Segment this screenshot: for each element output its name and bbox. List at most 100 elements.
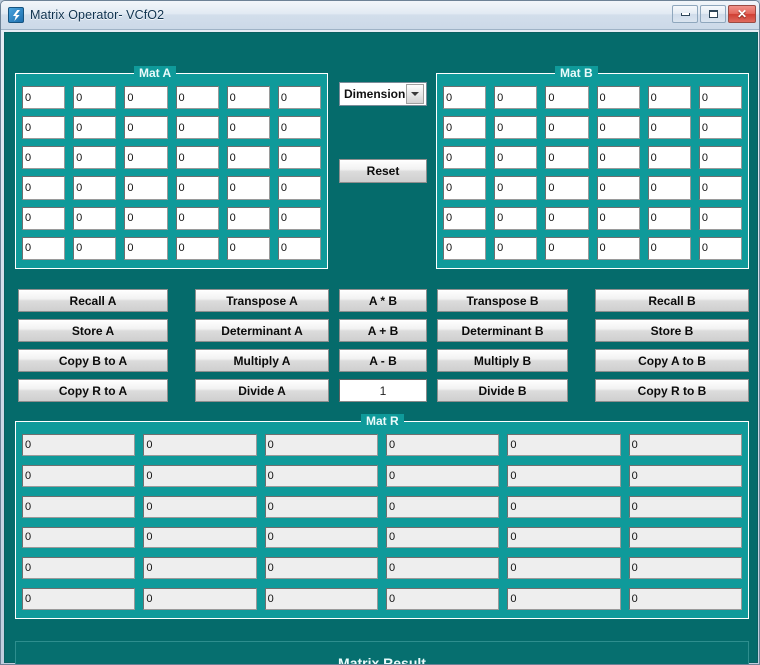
matrix-b-cell-2-4[interactable]: 0 xyxy=(647,146,691,170)
button-copy-a-to-b[interactable]: Copy A to B xyxy=(595,349,749,372)
reset-button[interactable]: Reset xyxy=(339,159,427,183)
matrix-a-cell-3-2[interactable]: 0 xyxy=(124,176,168,200)
matrix-a-cell-0-2[interactable]: 0 xyxy=(124,86,168,110)
matrix-b-cell-5-3[interactable]: 0 xyxy=(596,236,640,260)
minimize-button[interactable] xyxy=(672,5,698,23)
matrix-b-cell-5-0[interactable]: 0 xyxy=(443,236,487,260)
matrix-a-cell-5-5[interactable]: 0 xyxy=(277,236,321,260)
matrix-b-cell-1-3[interactable]: 0 xyxy=(596,116,640,140)
matrix-a-cell-5-4[interactable]: 0 xyxy=(226,236,270,260)
matrix-b-cell-3-5[interactable]: 0 xyxy=(698,176,742,200)
matrix-a-cell-5-1[interactable]: 0 xyxy=(73,236,117,260)
matrix-a-cell-4-5[interactable]: 0 xyxy=(277,206,321,230)
matrix-a-cell-5-3[interactable]: 0 xyxy=(175,236,219,260)
matrix-b-cell-1-4[interactable]: 0 xyxy=(647,116,691,140)
matrix-b-cell-3-0[interactable]: 0 xyxy=(443,176,487,200)
button-transpose-b[interactable]: Transpose B xyxy=(437,289,568,312)
matrix-b-cell-1-2[interactable]: 0 xyxy=(545,116,589,140)
matrix-b-cell-4-5[interactable]: 0 xyxy=(698,206,742,230)
button-store-a[interactable]: Store A xyxy=(18,319,168,342)
matrix-a-cell-1-5[interactable]: 0 xyxy=(277,116,321,140)
matrix-b-cell-2-5[interactable]: 0 xyxy=(698,146,742,170)
matrix-a-cell-2-5[interactable]: 0 xyxy=(277,146,321,170)
matrix-b-cell-5-2[interactable]: 0 xyxy=(545,236,589,260)
maximize-button[interactable] xyxy=(700,5,726,23)
matrix-a-cell-5-0[interactable]: 0 xyxy=(22,236,66,260)
button-copy-r-to-a[interactable]: Copy R to A xyxy=(18,379,168,402)
matrix-b-cell-5-5[interactable]: 0 xyxy=(698,236,742,260)
matrix-r-cell-0-2: 0 xyxy=(264,434,378,456)
matrix-a-cell-1-2[interactable]: 0 xyxy=(124,116,168,140)
button-recall-b[interactable]: Recall B xyxy=(595,289,749,312)
button-a-b[interactable]: A + B xyxy=(339,319,427,342)
matrix-b-cell-0-5[interactable]: 0 xyxy=(698,86,742,110)
matrix-b-cell-4-1[interactable]: 0 xyxy=(494,206,538,230)
matrix-b-cell-1-5[interactable]: 0 xyxy=(698,116,742,140)
matrix-b-cell-2-0[interactable]: 0 xyxy=(443,146,487,170)
matrix-b-cell-2-3[interactable]: 0 xyxy=(596,146,640,170)
button-a-b[interactable]: A - B xyxy=(339,349,427,372)
matrix-a-cell-3-3[interactable]: 0 xyxy=(175,176,219,200)
matrix-a-cell-3-4[interactable]: 0 xyxy=(226,176,270,200)
matrix-b-cell-4-2[interactable]: 0 xyxy=(545,206,589,230)
button-divide-b[interactable]: Divide B xyxy=(437,379,568,402)
matrix-b-cell-3-1[interactable]: 0 xyxy=(494,176,538,200)
button-multiply-b[interactable]: Multiply B xyxy=(437,349,568,372)
button-determinant-a[interactable]: Determinant A xyxy=(195,319,329,342)
dimension-combobox[interactable]: Dimension xyxy=(339,82,427,106)
matrix-b-cell-0-2[interactable]: 0 xyxy=(545,86,589,110)
matrix-a-cell-2-3[interactable]: 0 xyxy=(175,146,219,170)
matrix-a-cell-3-1[interactable]: 0 xyxy=(73,176,117,200)
matrix-a-cell-0-3[interactable]: 0 xyxy=(175,86,219,110)
button-copy-r-to-b[interactable]: Copy R to B xyxy=(595,379,749,402)
matrix-a-cell-2-0[interactable]: 0 xyxy=(22,146,66,170)
button-a-b[interactable]: A * B xyxy=(339,289,427,312)
matrix-a-cell-4-1[interactable]: 0 xyxy=(73,206,117,230)
close-button[interactable]: ✕ xyxy=(728,5,756,23)
matrix-a-cell-1-0[interactable]: 0 xyxy=(22,116,66,140)
scalar-value-input[interactable]: 1 xyxy=(339,379,427,402)
matrix-b-cell-3-4[interactable]: 0 xyxy=(647,176,691,200)
button-determinant-b[interactable]: Determinant B xyxy=(437,319,568,342)
title-bar: Matrix Operator- VCfO2 ✕ xyxy=(1,1,759,30)
matrix-b-cell-4-3[interactable]: 0 xyxy=(596,206,640,230)
matrix-a-cell-4-0[interactable]: 0 xyxy=(22,206,66,230)
matrix-b-cell-0-1[interactable]: 0 xyxy=(494,86,538,110)
matrix-b-cell-2-2[interactable]: 0 xyxy=(545,146,589,170)
matrix-a-cell-4-2[interactable]: 0 xyxy=(124,206,168,230)
matrix-a-cell-2-1[interactable]: 0 xyxy=(73,146,117,170)
matrix-b-cell-2-1[interactable]: 0 xyxy=(494,146,538,170)
matrix-a-cell-0-4[interactable]: 0 xyxy=(226,86,270,110)
matrix-b-cell-0-3[interactable]: 0 xyxy=(596,86,640,110)
matrix-b-cell-5-1[interactable]: 0 xyxy=(494,236,538,260)
matrix-a-cell-1-1[interactable]: 0 xyxy=(73,116,117,140)
button-copy-b-to-a[interactable]: Copy B to A xyxy=(18,349,168,372)
matrix-b-cell-4-4[interactable]: 0 xyxy=(647,206,691,230)
button-multiply-a[interactable]: Multiply A xyxy=(195,349,329,372)
matrix-a-cell-5-2[interactable]: 0 xyxy=(124,236,168,260)
matrix-b-cell-0-0[interactable]: 0 xyxy=(443,86,487,110)
matrix-a-cell-0-0[interactable]: 0 xyxy=(22,86,66,110)
matrix-b-cell-5-4[interactable]: 0 xyxy=(647,236,691,260)
matrix-b-cell-1-1[interactable]: 0 xyxy=(494,116,538,140)
matrix-a-cell-3-0[interactable]: 0 xyxy=(22,176,66,200)
chevron-down-icon[interactable] xyxy=(406,84,424,104)
matrix-a-cell-1-3[interactable]: 0 xyxy=(175,116,219,140)
matrix-b-cell-3-3[interactable]: 0 xyxy=(596,176,640,200)
button-recall-a[interactable]: Recall A xyxy=(18,289,168,312)
button-divide-a[interactable]: Divide A xyxy=(195,379,329,402)
matrix-a-cell-0-1[interactable]: 0 xyxy=(73,86,117,110)
matrix-a-cell-0-5[interactable]: 0 xyxy=(277,86,321,110)
matrix-b-cell-0-4[interactable]: 0 xyxy=(647,86,691,110)
matrix-b-cell-4-0[interactable]: 0 xyxy=(443,206,487,230)
matrix-a-cell-2-4[interactable]: 0 xyxy=(226,146,270,170)
matrix-a-cell-3-5[interactable]: 0 xyxy=(277,176,321,200)
matrix-b-cell-3-2[interactable]: 0 xyxy=(545,176,589,200)
button-store-b[interactable]: Store B xyxy=(595,319,749,342)
matrix-a-cell-4-4[interactable]: 0 xyxy=(226,206,270,230)
matrix-a-cell-1-4[interactable]: 0 xyxy=(226,116,270,140)
matrix-a-cell-4-3[interactable]: 0 xyxy=(175,206,219,230)
matrix-a-cell-2-2[interactable]: 0 xyxy=(124,146,168,170)
matrix-b-cell-1-0[interactable]: 0 xyxy=(443,116,487,140)
button-transpose-a[interactable]: Transpose A xyxy=(195,289,329,312)
